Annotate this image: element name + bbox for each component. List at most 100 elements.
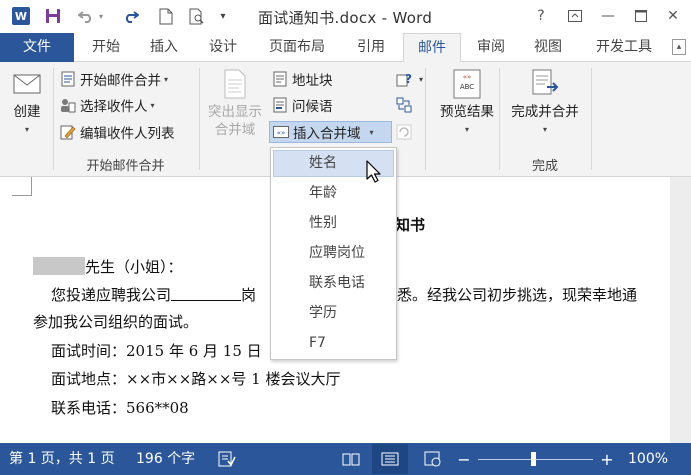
word-logo-icon[interactable]: W [12, 7, 30, 25]
highlight-fields-icon [224, 69, 246, 99]
finish-merge-button[interactable]: 完成并合并 ▾ [503, 67, 587, 139]
preview-results-icon: «» ABC [453, 69, 481, 99]
create-button[interactable]: 创建 ▾ [5, 67, 49, 139]
tab-home[interactable]: 开始 [78, 33, 134, 62]
edit-recipients-label: 编辑收件人列表 [80, 126, 175, 142]
svg-text:«»: «» [277, 129, 286, 137]
undo-dropdown-icon[interactable]: ▾ [96, 6, 106, 26]
zoom-out-button[interactable]: − [457, 450, 470, 469]
tab-file[interactable]: 文件 [0, 33, 74, 62]
status-bar: 第 1 页，共 1 页 196 个字 − + 100% [0, 443, 691, 475]
undo-icon[interactable] [76, 6, 96, 26]
salutation-text: 先生（小姐）： [85, 258, 183, 276]
chevron-down-icon: ▾ [24, 125, 29, 134]
customize-qat-icon[interactable]: ▾ [217, 6, 229, 26]
edit-recipients-button[interactable]: 编辑收件人列表 [60, 121, 175, 143]
address-block-button[interactable]: 地址块 [272, 68, 333, 90]
interview-place: 面试地点：××市××路××号 1 楼会议大厅 [51, 370, 341, 388]
greeting-line-button[interactable]: 问候语 [272, 94, 333, 116]
tab-mailings[interactable]: 邮件 [403, 33, 461, 63]
name-merge-field[interactable] [33, 257, 85, 275]
tab-references[interactable]: 引用 [342, 33, 400, 62]
vertical-scrollbar[interactable] [670, 177, 691, 443]
create-label: 创建 [13, 104, 41, 120]
collapse-ribbon-icon[interactable]: ▴ [672, 39, 686, 55]
para1-mid: 岗 [241, 286, 257, 304]
merge-field-item[interactable]: 性别 [273, 210, 394, 237]
update-labels-button[interactable] [396, 121, 416, 143]
preview-results-label: 预览结果 [440, 104, 494, 120]
svg-text:ABC: ABC [460, 83, 474, 91]
salutation-line: 先生（小姐）： [33, 256, 183, 277]
ribbon-display-options-icon[interactable] [562, 5, 588, 27]
group-separator [591, 68, 592, 170]
chevron-down-icon: ▾ [164, 74, 169, 84]
finish-merge-icon [532, 69, 559, 95]
tab-insert[interactable]: 插入 [138, 33, 190, 62]
match-fields-icon [396, 97, 412, 113]
tab-developer[interactable]: 开发工具 [584, 33, 664, 62]
zoom-level[interactable]: 100% [628, 443, 668, 475]
maximize-icon[interactable] [628, 5, 654, 27]
word-count[interactable]: 196 个字 [136, 443, 195, 475]
edit-list-icon [60, 124, 76, 140]
start-mail-merge-label: 开始邮件合并 [80, 73, 161, 89]
update-labels-icon [396, 124, 412, 140]
chevron-down-icon: ▾ [464, 125, 469, 134]
proofing-icon[interactable] [217, 451, 237, 467]
merge-field-item[interactable]: 年龄 [273, 180, 394, 207]
highlight-line2: 合并域 [214, 122, 256, 138]
zoom-slider-thumb[interactable] [531, 452, 536, 466]
close-button[interactable]: ✕ [660, 5, 686, 27]
tab-view[interactable]: 视图 [520, 33, 576, 62]
print-layout-icon[interactable] [372, 444, 408, 474]
group-separator [425, 68, 426, 170]
mouse-cursor-icon [366, 160, 381, 183]
tab-design[interactable]: 设计 [196, 33, 250, 62]
rules-button[interactable]: ? ▾ [396, 68, 423, 90]
start-mail-merge-button[interactable]: 开始邮件合并 ▾ [60, 68, 168, 90]
rules-icon: ? [396, 71, 412, 87]
envelope-icon [13, 74, 41, 94]
contact-phone: 联系电话：566**08 [51, 399, 189, 417]
zoom-in-button[interactable]: + [600, 450, 613, 469]
svg-text:?: ? [405, 72, 412, 86]
svg-text:«»: «» [463, 73, 472, 81]
group-label-finish: 完成 [531, 159, 558, 174]
chevron-down-icon: ▾ [150, 100, 155, 110]
select-recipients-label: 选择收件人 [80, 99, 148, 115]
insert-merge-field-button[interactable]: «» 插入合并域 ▾ [269, 121, 392, 143]
highlight-merge-fields-button[interactable]: 突出显示 合并域 [203, 67, 267, 139]
greeting-line-label: 问候语 [292, 99, 333, 115]
help-button[interactable]: ? [528, 5, 554, 27]
merge-field-item[interactable]: 学历 [273, 300, 394, 327]
greeting-line-icon [272, 97, 288, 113]
select-recipients-button[interactable]: 选择收件人 ▾ [60, 94, 155, 116]
finish-merge-label: 完成并合并 [511, 104, 579, 120]
read-mode-icon[interactable] [342, 451, 360, 467]
minimize-button[interactable]: — [595, 5, 621, 27]
address-block-label: 地址块 [292, 73, 333, 89]
match-fields-button[interactable] [396, 94, 416, 116]
save-icon[interactable] [43, 6, 63, 26]
recipients-icon [60, 97, 76, 113]
title-bar: W ▾ ▾ 面试通知书.docx - Word ? — ✕ [0, 0, 691, 33]
merge-field-item[interactable]: F7 [273, 330, 394, 357]
paragraph-1-line: 您投递应聘我公司 岗 [51, 284, 256, 305]
tab-review[interactable]: 审阅 [464, 33, 518, 62]
merge-field-icon: «» [273, 124, 289, 140]
tab-page-layout[interactable]: 页面布局 [256, 33, 338, 62]
redo-icon[interactable] [121, 6, 141, 26]
paragraph-1-end: 悉。经我公司初步挑选，现荣幸地通 [397, 286, 638, 304]
company-blank [171, 285, 242, 301]
web-layout-icon[interactable] [424, 451, 442, 467]
merge-field-item[interactable]: 联系电话 [273, 270, 394, 297]
insert-merge-field-label: 插入合并域 [293, 126, 361, 142]
print-preview-icon[interactable] [187, 6, 207, 26]
address-block-icon [272, 71, 288, 87]
new-document-icon[interactable] [156, 6, 176, 26]
page-count[interactable]: 第 1 页，共 1 页 [9, 443, 115, 475]
ribbon-tabs: 文件 开始 插入 设计 页面布局 引用 邮件 审阅 视图 开发工具 ▴ [0, 33, 691, 63]
preview-results-button[interactable]: «» ABC 预览结果 ▾ [432, 67, 502, 139]
merge-field-item[interactable]: 应聘岗位 [273, 240, 394, 267]
